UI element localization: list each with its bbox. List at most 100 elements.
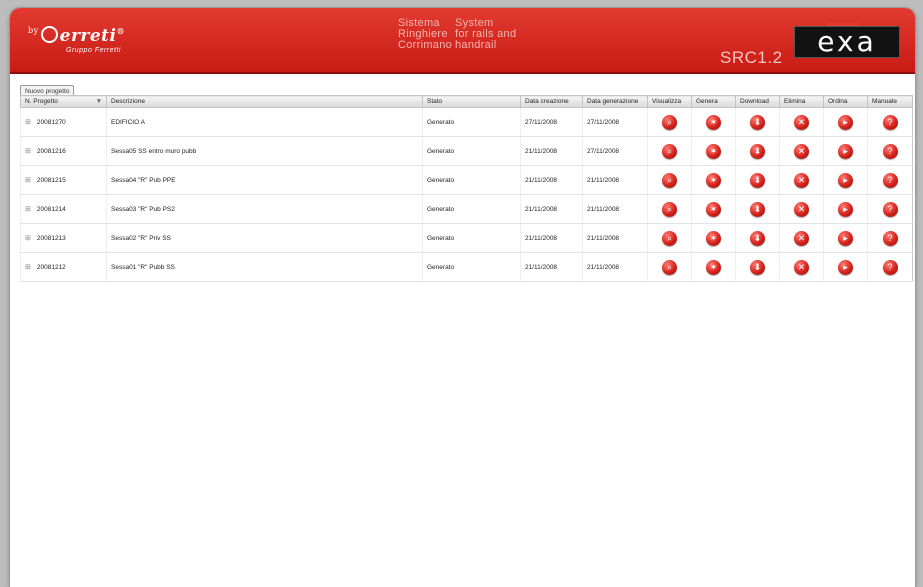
delete-icon[interactable]: ✕ — [794, 172, 809, 188]
expand-icon[interactable]: ⊞ — [25, 235, 31, 242]
version-label: SRC1.2 — [720, 48, 783, 67]
column-header[interactable]: Manuale — [867, 95, 913, 108]
tagline-line: handrail — [455, 39, 497, 51]
generate-icon[interactable]: ✶ — [706, 172, 721, 188]
project-status: Generato — [427, 176, 455, 184]
creation-date: 21/11/2008 — [525, 205, 558, 213]
project-status: Generato — [427, 263, 455, 271]
project-number: 20081213 — [36, 235, 66, 242]
expand-icon[interactable]: ⊞ — [25, 264, 31, 271]
generate-icon[interactable]: ✶ — [706, 259, 721, 275]
view-icon[interactable]: ⌕ — [662, 114, 677, 130]
creation-date: 27/11/2008 — [525, 118, 558, 126]
creation-date: 21/11/2008 — [525, 263, 558, 271]
generate-icon[interactable]: ✶ — [706, 114, 721, 130]
order-icon[interactable]: ▸ — [838, 259, 853, 275]
table-row[interactable]: ⊞ 20081216 Sessa05 SS entro muro pubb Gener… — [20, 136, 913, 166]
column-header[interactable]: Ordina — [823, 95, 868, 108]
column-header[interactable]: N. Progetto ▼ — [20, 95, 107, 108]
project-number: 20081270 — [36, 119, 66, 126]
view-icon[interactable]: ⌕ — [662, 201, 677, 217]
table-header-row: N. Progetto ▼ Descrizione Stato Data crea… — [20, 95, 913, 108]
delete-icon[interactable]: ✕ — [794, 201, 809, 217]
order-icon[interactable]: ▸ — [838, 143, 853, 159]
project-description: Sessa02 "R" Priv SS — [111, 234, 171, 242]
generation-date: 27/11/2008 — [587, 147, 620, 155]
manual-icon[interactable]: ? — [882, 143, 898, 159]
expand-icon[interactable]: ⊞ — [25, 148, 31, 155]
column-header[interactable]: Data creazione — [520, 95, 583, 108]
app-header: by erreti® Gruppo Ferretti Sistema Ringhi… — [10, 8, 915, 74]
delete-icon[interactable]: ✕ — [794, 230, 809, 246]
column-header[interactable]: Descrizione — [106, 95, 423, 108]
manual-icon[interactable]: ? — [882, 114, 898, 130]
project-description: Sessa04 "R" Pub PPE — [111, 176, 176, 184]
download-icon[interactable]: ⬇ — [750, 259, 765, 275]
creation-date: 21/11/2008 — [525, 234, 558, 242]
download-icon[interactable]: ⬇ — [750, 201, 765, 217]
manual-icon[interactable]: ? — [882, 172, 898, 188]
generate-icon[interactable]: ✶ — [706, 230, 721, 246]
exa-logo: exa — [794, 23, 900, 58]
table-row[interactable]: ⊞ 20081214 Sessa03 "R" Pub PS2 Generato 21/1… — [20, 194, 913, 224]
generation-date: 27/11/2008 — [587, 118, 620, 126]
tagline-italian: Sistema Ringhiere Corrimano — [398, 18, 452, 51]
column-header-label: N. Progetto — [25, 98, 58, 105]
table-row[interactable]: ⊞ 20081213 Sessa02 "R" Priv SS Generato 21/1… — [20, 223, 913, 253]
brand-mark-icon — [40, 26, 58, 43]
column-header[interactable]: Visualizza — [647, 95, 692, 108]
view-icon[interactable]: ⌕ — [662, 230, 677, 246]
download-icon[interactable]: ⬇ — [750, 172, 765, 188]
creation-date: 21/11/2008 — [525, 147, 558, 155]
project-status: Generato — [427, 147, 455, 155]
column-header[interactable]: Elimina — [779, 95, 824, 108]
project-description: Sessa05 SS entro muro pubb — [111, 147, 197, 155]
project-number: 20081212 — [36, 264, 66, 271]
projects-table: N. Progetto ▼ Descrizione Stato Data crea… — [20, 95, 913, 282]
project-status: Generato — [427, 118, 455, 126]
column-header[interactable]: Download — [735, 95, 780, 108]
expand-icon[interactable]: ⊞ — [25, 177, 31, 184]
download-icon[interactable]: ⬇ — [750, 114, 765, 130]
order-icon[interactable]: ▸ — [838, 172, 853, 188]
brand-trademark: ® — [116, 26, 125, 36]
project-status: Generato — [427, 205, 455, 213]
manual-icon[interactable]: ? — [882, 230, 898, 246]
view-icon[interactable]: ⌕ — [662, 259, 677, 275]
order-icon[interactable]: ▸ — [838, 201, 853, 217]
tagline-english: System for rails and handrail — [455, 18, 516, 51]
brand-logo: by erreti® Gruppo Ferretti — [28, 26, 125, 54]
generation-date: 21/11/2008 — [587, 263, 620, 271]
creation-date: 21/11/2008 — [525, 176, 558, 184]
download-icon[interactable]: ⬇ — [750, 230, 765, 246]
order-icon[interactable]: ▸ — [838, 114, 853, 130]
generate-icon[interactable]: ✶ — [706, 143, 721, 159]
delete-icon[interactable]: ✕ — [794, 259, 809, 275]
expand-icon[interactable]: ⊞ — [25, 119, 31, 126]
download-icon[interactable]: ⬇ — [750, 143, 765, 159]
table-row[interactable]: ⊞ 20081212 Sessa01 "R" Pubb SS Generato 21/1… — [20, 252, 913, 282]
table-row[interactable]: ⊞ 20081270 EDIFICIO A Generato 27/11/2008 27/… — [20, 107, 913, 137]
view-icon[interactable]: ⌕ — [662, 143, 677, 159]
view-icon[interactable]: ⌕ — [662, 172, 677, 188]
delete-icon[interactable]: ✕ — [794, 114, 809, 130]
order-icon[interactable]: ▸ — [838, 230, 853, 246]
column-header[interactable]: Stato — [422, 95, 521, 108]
generate-icon[interactable]: ✶ — [706, 201, 721, 217]
expand-icon[interactable]: ⊞ — [25, 206, 31, 213]
column-header[interactable]: Data generazione — [582, 95, 648, 108]
project-number: 20081216 — [36, 148, 66, 155]
delete-icon[interactable]: ✕ — [794, 143, 809, 159]
project-number: 20081215 — [36, 177, 66, 184]
manual-icon[interactable]: ? — [882, 259, 898, 275]
filter-icon[interactable]: ▼ — [96, 98, 102, 105]
brand-by: by — [28, 26, 39, 35]
app-window: by erreti® Gruppo Ferretti Sistema Ringhi… — [10, 8, 915, 587]
column-header[interactable]: Genera — [691, 95, 736, 108]
project-description: EDIFICIO A — [111, 118, 145, 126]
table-row[interactable]: ⊞ 20081215 Sessa04 "R" Pub PPE Generato 21/1… — [20, 165, 913, 195]
brand-name: erreti — [59, 26, 117, 46]
manual-icon[interactable]: ? — [882, 201, 898, 217]
project-status: Generato — [427, 234, 455, 242]
project-description: Sessa01 "R" Pubb SS — [111, 263, 175, 271]
